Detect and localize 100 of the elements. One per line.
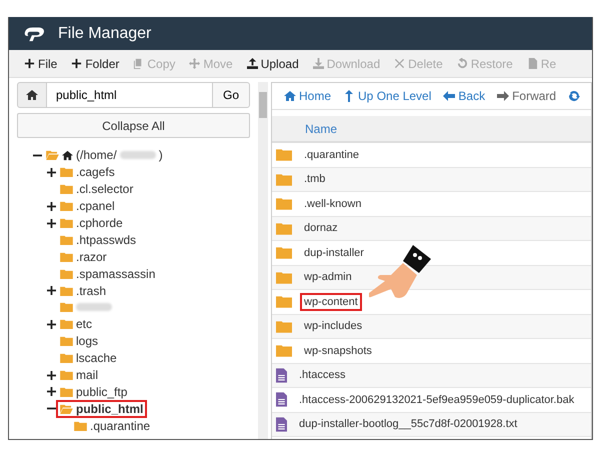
folder-name: .cpanel: [76, 199, 115, 214]
folder-name: .quarantine: [90, 418, 150, 433]
folder-icon: [60, 370, 73, 380]
folder-icon: [60, 252, 73, 262]
file-name[interactable]: .quarantine: [302, 148, 362, 162]
refresh-icon: [568, 90, 580, 102]
folder-name: .cagefs: [76, 165, 115, 180]
folder-icon: [74, 420, 87, 431]
tree-item[interactable]: .trash: [58, 284, 108, 298]
folder-icon: [60, 302, 73, 312]
tree-item[interactable]: logs: [58, 334, 100, 348]
folder-icon: [276, 222, 292, 235]
toolbar-button[interactable]: Folder: [64, 56, 126, 70]
right-arrow-icon: [497, 90, 510, 102]
tree-item[interactable]: .cphorde: [58, 216, 125, 230]
scrollbar[interactable]: [258, 82, 268, 439]
nav-button[interactable]: Home: [278, 89, 338, 103]
file-name[interactable]: dup-installer: [302, 246, 366, 260]
folder-name: .cphorde: [76, 216, 123, 230]
plus-icon[interactable]: [47, 370, 56, 380]
file-icon: [276, 416, 287, 432]
folder-icon: [60, 386, 73, 397]
folder-name: (/home/: [76, 148, 117, 162]
tree-item[interactable]: .cagefs: [58, 165, 117, 180]
folder-icon: [276, 344, 292, 358]
tree-item[interactable]: .htpasswds: [58, 232, 138, 247]
folder-icon: [60, 353, 73, 364]
folder-name: mail: [76, 368, 98, 382]
collapse-all-button[interactable]: Collapse All: [17, 113, 250, 138]
folder-icon: [60, 268, 73, 279]
open-folder-icon: [46, 150, 59, 160]
home-icon: [62, 150, 73, 161]
folder-name: lscache: [76, 351, 117, 366]
upload-icon: [246, 58, 258, 69]
plus-icon[interactable]: [47, 387, 56, 396]
folder-icon: [60, 218, 73, 228]
file-name[interactable]: wp-admin: [302, 270, 354, 284]
tree-item[interactable]: .cl.selector: [58, 182, 136, 196]
folder-icon: [276, 295, 292, 308]
tree-item[interactable]: mail: [58, 368, 100, 382]
file-name[interactable]: .htaccess-200629132021-5ef9ea959e059-duplicator.bak: [297, 392, 576, 407]
file-name[interactable]: wp-includes: [302, 319, 364, 334]
folder-name: public_ftp: [76, 384, 128, 399]
move-arrows-icon: [189, 58, 200, 69]
copy-icon: [133, 58, 144, 69]
path-input-field[interactable]: public_html: [47, 82, 212, 108]
restore-icon: [456, 58, 468, 69]
folder-icon: [60, 319, 73, 330]
folder-name: public_html: [76, 402, 144, 416]
file-icon: [526, 58, 538, 69]
file-icon: [276, 368, 287, 383]
tree-item[interactable]: lscache: [58, 351, 119, 366]
tree-item[interactable]: .spamassassin: [58, 266, 158, 281]
plus-icon: [24, 58, 35, 69]
tree-item[interactable]: .cpanel: [58, 199, 117, 214]
highlighted-file-name[interactable]: wp-content: [302, 294, 360, 309]
tree-item[interactable]: public_ftp: [58, 384, 130, 399]
column-header[interactable]: Name: [305, 122, 338, 136]
file-name[interactable]: wp-snapshots: [302, 344, 374, 358]
nav-button[interactable]: Up One Level: [337, 89, 438, 103]
plus-icon[interactable]: [47, 218, 56, 228]
highlighted-tree-item[interactable]: public_html: [58, 402, 146, 416]
nav-button[interactable]: Back: [437, 89, 492, 103]
plus-icon[interactable]: [47, 202, 56, 211]
window-title: File Manager: [58, 24, 152, 42]
folder-name: .trash: [76, 284, 106, 298]
folder-name: .cl.selector: [76, 182, 134, 196]
folder-icon: [60, 201, 73, 212]
tree-item[interactable]: (/home/ ): [44, 148, 165, 162]
file-name[interactable]: .well-known: [302, 196, 364, 211]
folder-icon: [60, 286, 73, 296]
plus-icon[interactable]: [47, 168, 56, 177]
file-name[interactable]: .htaccess: [297, 368, 348, 382]
toolbar-button[interactable]: File: [17, 56, 64, 70]
tree-item[interactable]: etc: [58, 317, 94, 332]
go-button[interactable]: Go: [212, 82, 250, 108]
folder-icon: [276, 246, 292, 260]
left-arrow-icon: [443, 90, 456, 102]
download-icon: [312, 58, 324, 69]
toolbar-button[interactable]: Upload: [240, 56, 306, 70]
plus-icon[interactable]: [47, 320, 56, 329]
folder-icon: [276, 148, 292, 162]
plus-icon[interactable]: [47, 286, 56, 296]
file-name[interactable]: .tmb: [302, 172, 328, 186]
folder-name: etc: [76, 317, 92, 332]
open-folder-icon: [60, 404, 73, 414]
folder-name: .htpasswds: [76, 232, 136, 247]
tree-item[interactable]: .quarantine: [72, 418, 152, 433]
tree-item[interactable]: .razor: [58, 250, 109, 264]
home-icon: [26, 89, 38, 101]
folder-name: logs: [76, 334, 98, 348]
up-arrow-icon: [343, 90, 356, 102]
home-button[interactable]: [17, 82, 47, 108]
folder-icon: [276, 197, 292, 210]
plus-icon: [71, 58, 82, 69]
folder-icon: [60, 234, 73, 245]
folder-icon: [60, 167, 73, 178]
folder-name: .spamassassin: [76, 266, 156, 281]
home-icon: [284, 90, 296, 102]
file-name[interactable]: dornaz: [302, 221, 340, 236]
